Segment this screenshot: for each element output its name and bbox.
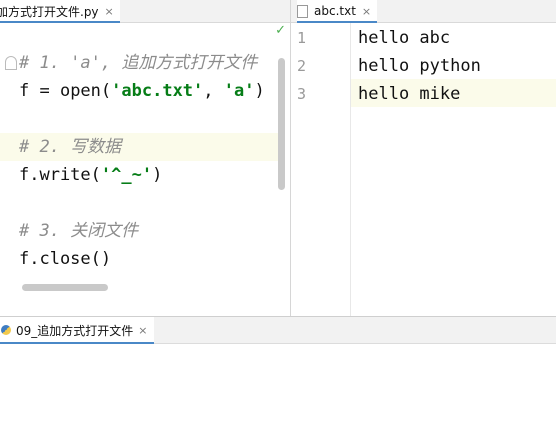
tab-label: 加方式打开文件.py — [0, 4, 99, 19]
left-editor-pane: 加方式打开文件.py × ✓ # 1. 'a', 追加方式打开文件 f = ope… — [0, 0, 290, 316]
code-token: ) — [152, 165, 163, 185]
close-icon[interactable]: × — [362, 5, 371, 18]
line-number: 3 — [297, 85, 307, 103]
code-line: f = open('abc.txt', 'a') — [19, 77, 265, 105]
tab-python-file[interactable]: 加方式打开文件.py × — [0, 0, 120, 23]
code-token: f.close() — [19, 249, 112, 269]
left-tab-bar: 加方式打开文件.py × — [0, 0, 290, 23]
code-token: 'abc.txt' — [111, 81, 204, 101]
text-editor[interactable]: 1 hello abc 2 hello python 3 hello mike — [291, 23, 556, 316]
run-output[interactable] — [0, 344, 556, 446]
text-line: hello mike — [358, 84, 461, 104]
tab-label: abc.txt — [314, 4, 356, 18]
code-token: # 2. 写数据 — [19, 137, 122, 157]
close-icon[interactable]: × — [138, 324, 147, 337]
horizontal-scrollbar[interactable] — [22, 284, 108, 291]
right-tab-bar: abc.txt × — [291, 0, 556, 23]
line-number: 2 — [297, 57, 307, 75]
vertical-scrollbar[interactable] — [278, 58, 285, 190]
close-icon[interactable]: × — [105, 5, 114, 18]
text-file-icon — [297, 4, 308, 18]
check-icon: ✓ — [275, 23, 286, 38]
code-token: f = — [19, 81, 60, 101]
code-token: '^_~' — [100, 165, 153, 185]
code-editor[interactable]: ✓ # 1. 'a', 追加方式打开文件 f = open('abc.txt', … — [0, 23, 290, 316]
code-token: open — [59, 81, 101, 101]
code-line: # 1. 'a', 追加方式打开文件 — [19, 49, 257, 77]
right-editor-pane: abc.txt × 1 hello abc 2 hello python 3 hello … — [291, 0, 556, 316]
code-token: ) — [254, 81, 265, 101]
text-line: hello python — [358, 56, 481, 76]
code-token: ( — [100, 81, 112, 101]
code-line: # 3. 关闭文件 — [19, 217, 138, 245]
code-token: 'a' — [223, 81, 255, 101]
code-line: # 2. 写数据 — [19, 133, 121, 161]
code-line: f.close() — [19, 245, 111, 273]
code-token: f.write( — [19, 165, 101, 185]
fold-marker-icon[interactable] — [5, 56, 17, 70]
line-number: 1 — [297, 29, 307, 47]
run-tab-label: 09_追加方式打开文件 — [16, 323, 134, 338]
python-icon — [1, 325, 11, 335]
run-panel: 09_追加方式打开文件 × — [0, 317, 556, 446]
tab-text-file[interactable]: abc.txt × — [297, 0, 378, 23]
code-token: # 1. 'a', 追加方式打开文件 — [19, 53, 258, 73]
code-line: f.write('^_~') — [19, 161, 162, 189]
code-token: # 3. 关闭文件 — [19, 221, 139, 241]
run-config-tab[interactable]: 09_追加方式打开文件 × — [0, 317, 154, 344]
code-token: , — [203, 81, 224, 101]
run-tab-bar: 09_追加方式打开文件 × — [0, 317, 556, 344]
text-line: hello abc — [358, 28, 451, 48]
